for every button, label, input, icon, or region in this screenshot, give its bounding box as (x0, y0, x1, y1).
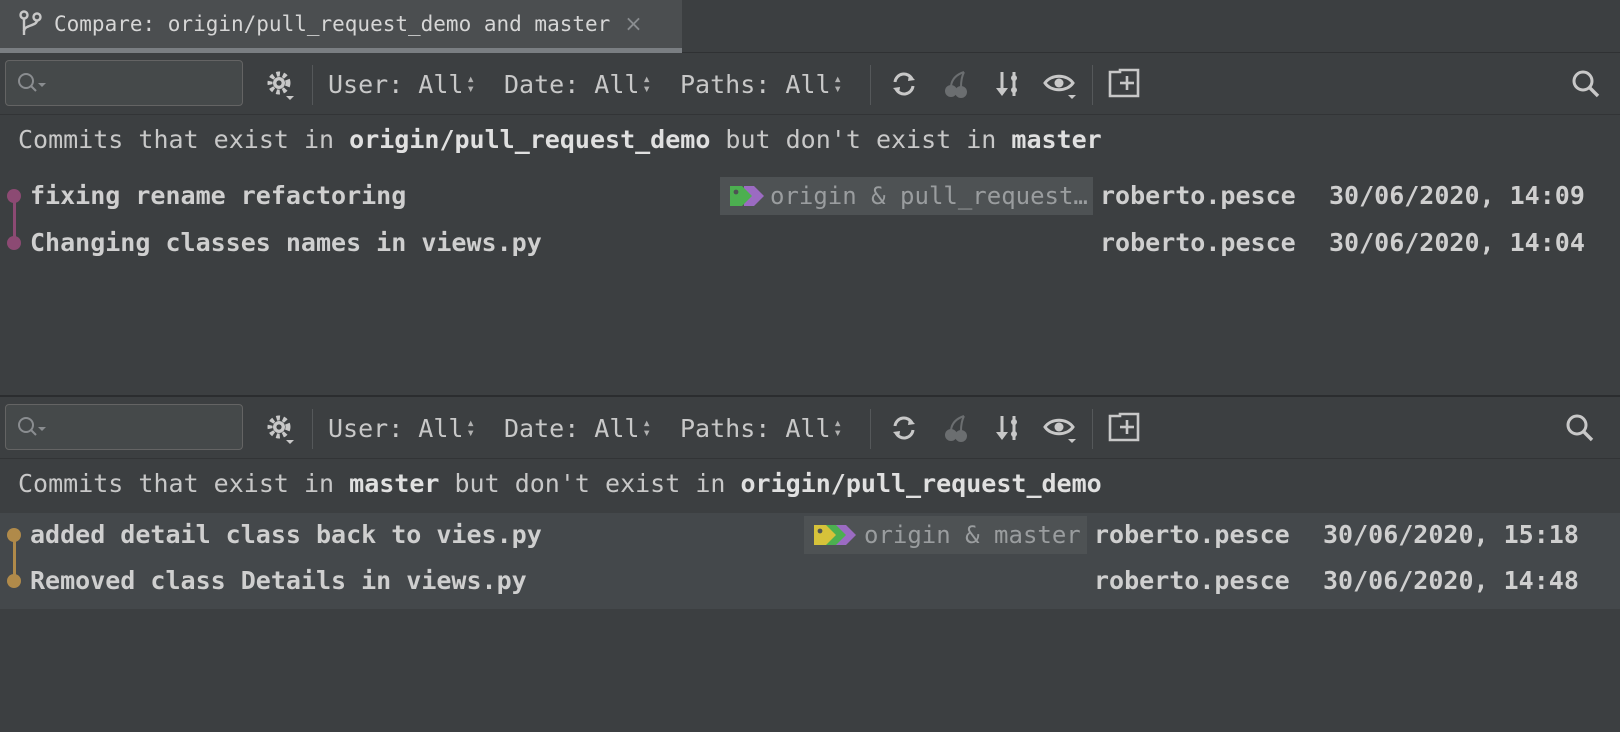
commit-subject[interactable]: fixing rename refactoring (30, 181, 406, 210)
gear-icon[interactable] (262, 66, 298, 102)
refresh-icon[interactable] (886, 410, 922, 446)
table-row[interactable]: Changing classes names in views.py rober… (0, 219, 1620, 266)
cherry-pick-icon[interactable] (938, 66, 974, 102)
add-tab-icon[interactable] (1106, 410, 1142, 446)
sort-icon[interactable] (990, 66, 1026, 102)
branch-name: origin/pull_request_demo (349, 125, 711, 154)
log-toolbar: User: All ▴ ▾ Date: All ▴ ▾ Paths: All ▴ ▾ (0, 397, 1620, 459)
search-input[interactable] (5, 60, 243, 106)
paths-filter[interactable]: Paths: All ▴ ▾ (680, 410, 842, 446)
commit-author: roberto.pesce (1094, 520, 1290, 549)
find-icon[interactable] (1568, 66, 1604, 102)
table-row[interactable]: Removed class Details in views.py robert… (0, 557, 1620, 604)
tab-compare[interactable]: Compare: origin/pull_request_demo and ma… (0, 0, 682, 53)
branch-name: origin/pull_request_demo (740, 469, 1102, 498)
commit-author: roberto.pesce (1094, 566, 1290, 595)
tag-icon (814, 524, 856, 545)
log-toolbar: User: All ▴ ▾ Date: All ▴ ▾ Paths: All ▴ ▾ (0, 53, 1620, 115)
commit-subject[interactable]: Changing classes names in views.py (30, 228, 542, 257)
commit-author: roberto.pesce (1100, 228, 1296, 257)
commit-subject[interactable]: Removed class Details in views.py (30, 566, 527, 595)
user-filter[interactable]: User: All ▴ ▾ (328, 410, 475, 446)
refresh-icon[interactable] (886, 66, 922, 102)
date-filter[interactable]: Date: All ▴ ▾ (504, 66, 651, 102)
eye-icon[interactable] (1042, 410, 1078, 446)
add-tab-icon[interactable] (1106, 66, 1142, 102)
branch-icon (19, 10, 42, 35)
log-panel-top: User: All ▴ ▾ Date: All ▴ ▾ Paths: All ▴ ▾ (0, 53, 1620, 397)
eye-icon[interactable] (1042, 66, 1078, 102)
branch-tag[interactable]: origin & master (804, 515, 1087, 554)
user-filter[interactable]: User: All ▴ ▾ (328, 66, 475, 102)
branch-tag[interactable]: origin & pull_request… (720, 176, 1093, 215)
search-input[interactable] (5, 404, 243, 450)
compare-header: Commits that exist in master but don't e… (18, 469, 1102, 498)
commit-date: 30/06/2020, 14:09 (1329, 181, 1585, 210)
table-row[interactable]: added detail class back to vies.py origi… (0, 511, 1620, 558)
commit-subject[interactable]: added detail class back to vies.py (30, 520, 542, 549)
log-panel-bottom: User: All ▴ ▾ Date: All ▴ ▾ Paths: All ▴ ▾ (0, 397, 1620, 732)
table-row[interactable]: fixing rename refactoring origin & pull_… (0, 172, 1620, 219)
paths-filter[interactable]: Paths: All ▴ ▾ (680, 66, 842, 102)
compare-header: Commits that exist in origin/pull_reques… (18, 125, 1102, 154)
date-filter[interactable]: Date: All ▴ ▾ (504, 410, 651, 446)
close-icon[interactable]: × (624, 12, 642, 37)
commit-date: 30/06/2020, 14:48 (1323, 566, 1579, 595)
commit-author: roberto.pesce (1100, 181, 1296, 210)
search-icon (18, 73, 46, 92)
commit-date: 30/06/2020, 14:04 (1329, 228, 1585, 257)
search-icon (18, 417, 46, 436)
tag-icon (730, 185, 764, 206)
cherry-pick-icon[interactable] (938, 410, 974, 446)
branch-name: master (349, 469, 440, 498)
sort-icon[interactable] (990, 410, 1026, 446)
tab-bar: Compare: origin/pull_request_demo and ma… (0, 0, 1620, 53)
tab-title: Compare: origin/pull_request_demo and ma… (54, 12, 611, 36)
find-icon[interactable] (1562, 410, 1598, 446)
branch-name: master (1011, 125, 1102, 154)
gear-icon[interactable] (262, 410, 298, 446)
commit-date: 30/06/2020, 15:18 (1323, 520, 1579, 549)
